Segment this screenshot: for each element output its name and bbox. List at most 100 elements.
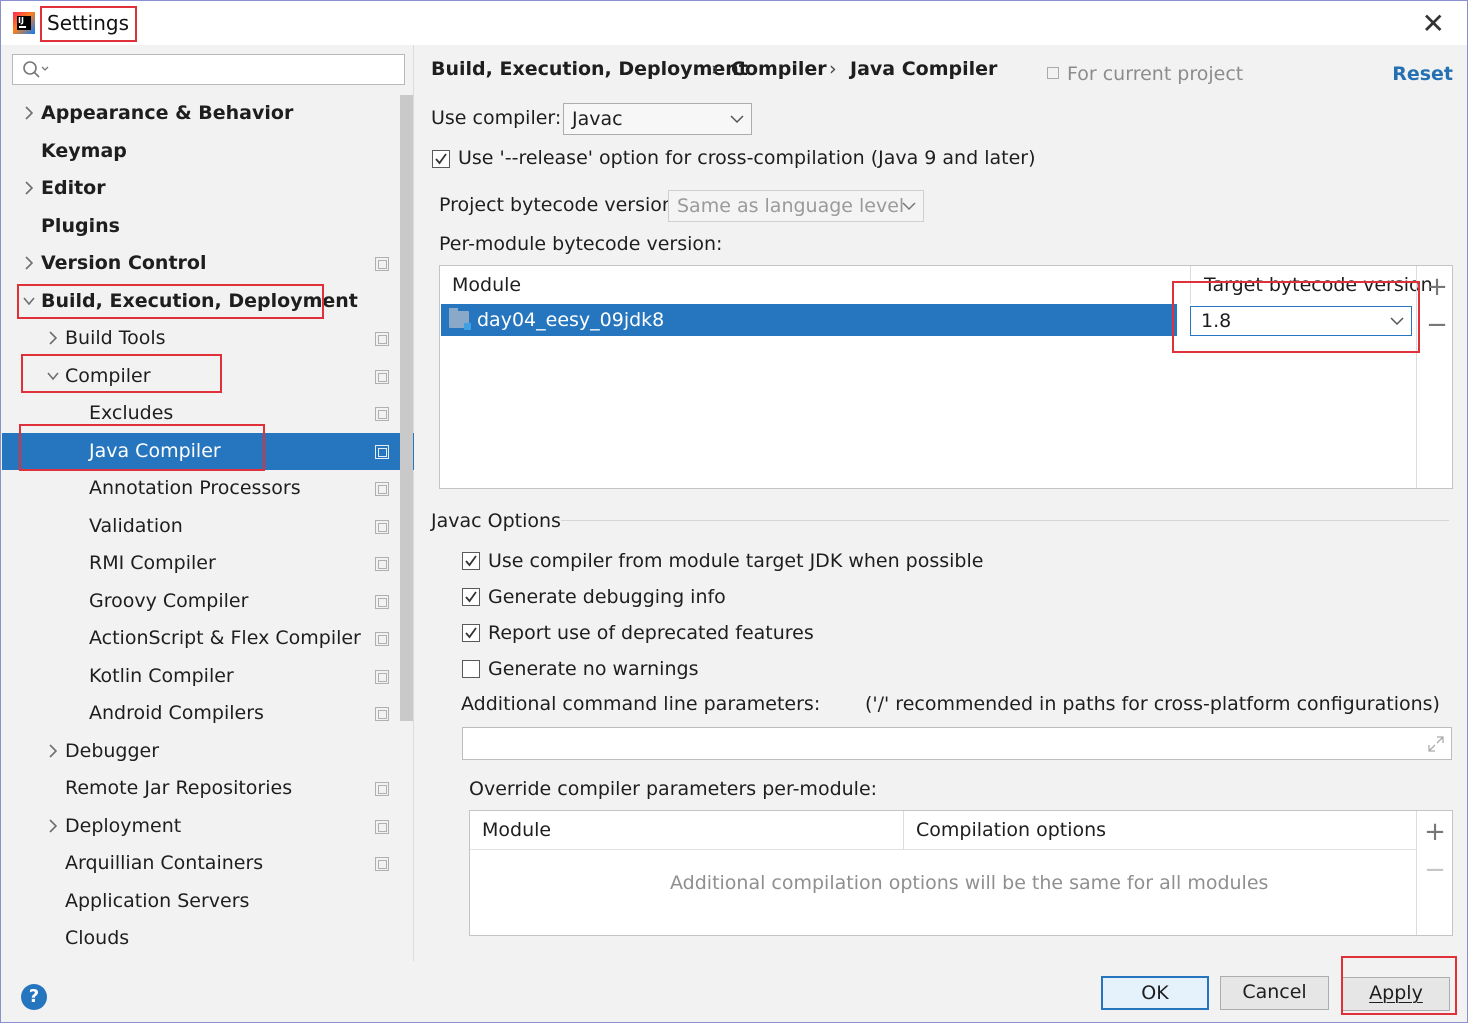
sidebar-item-plugins[interactable]: Plugins xyxy=(2,208,398,245)
sidebar-item-version-control[interactable]: Version Control xyxy=(2,245,398,282)
sidebar-item-validation[interactable]: Validation xyxy=(2,508,398,545)
sidebar-item-build-execution-deployment[interactable]: Build, Execution, Deployment xyxy=(2,283,398,320)
chevron-right-icon[interactable] xyxy=(46,808,60,845)
reset-link[interactable]: Reset xyxy=(1392,63,1453,85)
sidebar-item-excludes[interactable]: Excludes xyxy=(2,395,398,432)
add-module-icon[interactable]: + xyxy=(1426,274,1448,300)
table-side-divider xyxy=(1416,811,1417,935)
sidebar-item-arquillian-containers[interactable]: Arquillian Containers xyxy=(2,845,398,882)
checkmark-icon xyxy=(465,591,477,603)
javac-option-label: Report use of deprecated features xyxy=(488,622,814,644)
column-module: Module xyxy=(482,819,552,841)
use-compiler-value: Javac xyxy=(572,108,623,130)
javac-option-checkbox[interactable] xyxy=(462,624,480,642)
module-folder-icon xyxy=(449,308,471,330)
for-current-project-note: For current project xyxy=(1047,63,1243,85)
column-divider xyxy=(1190,266,1191,304)
sidebar-item-label: RMI Compiler xyxy=(89,552,216,574)
javac-option-checkbox[interactable] xyxy=(462,552,480,570)
title-bar: IJ Settings ✕ xyxy=(1,1,1467,45)
additional-params-input[interactable] xyxy=(462,727,1452,760)
override-table: Module Compilation options Additional co… xyxy=(469,810,1453,936)
sidebar-item-rmi-compiler[interactable]: RMI Compiler xyxy=(2,545,398,582)
remove-override-icon: − xyxy=(1424,855,1446,885)
sidebar-item-label: Keymap xyxy=(41,140,127,162)
chevron-down-icon[interactable] xyxy=(46,358,60,395)
close-icon[interactable]: ✕ xyxy=(1422,7,1445,40)
sidebar-item-keymap[interactable]: Keymap xyxy=(2,133,398,170)
project-scope-icon xyxy=(375,707,389,721)
sidebar-item-label: Android Compilers xyxy=(89,702,264,724)
sidebar-item-label: Version Control xyxy=(41,252,207,274)
breadcrumb-build-execution: Build, Execution, Deployment xyxy=(431,58,748,80)
sidebar-item-label: Plugins xyxy=(41,215,120,237)
sidebar-item-actionscript-flex-compiler[interactable]: ActionScript & Flex Compiler xyxy=(2,620,398,657)
sidebar-item-label: Groovy Compiler xyxy=(89,590,249,612)
breadcrumb-java-compiler: Java Compiler xyxy=(850,58,998,80)
sidebar-item-remote-jar-repositories[interactable]: Remote Jar Repositories xyxy=(2,770,398,807)
chevron-right-icon[interactable] xyxy=(22,95,36,132)
apply-button[interactable]: Apply xyxy=(1342,977,1450,1011)
ok-button[interactable]: OK xyxy=(1101,976,1209,1010)
release-option-checkbox[interactable] xyxy=(432,150,450,168)
sidebar-item-application-servers[interactable]: Application Servers xyxy=(2,883,398,920)
sidebar-item-groovy-compiler[interactable]: Groovy Compiler xyxy=(2,583,398,620)
sidebar-item-label: Clouds xyxy=(65,927,130,949)
sidebar-item-clouds[interactable]: Clouds xyxy=(2,920,398,957)
checkmark-icon xyxy=(435,153,447,165)
project-scope-icon xyxy=(375,595,389,609)
app-icon-text: IJ xyxy=(17,16,31,30)
sidebar-item-appearance-behavior[interactable]: Appearance & Behavior xyxy=(2,95,398,132)
chevron-right-icon[interactable] xyxy=(22,245,36,282)
table-row[interactable]: day04_eesy_09jdk8 xyxy=(441,304,1177,336)
expand-icon[interactable] xyxy=(1427,735,1445,753)
help-icon[interactable]: ? xyxy=(21,984,47,1010)
for-current-project-text: For current project xyxy=(1067,63,1244,85)
sidebar-item-label: Java Compiler xyxy=(89,440,221,462)
intellij-app-icon: IJ xyxy=(13,12,35,34)
cancel-button[interactable]: Cancel xyxy=(1220,976,1329,1010)
sidebar-item-kotlin-compiler[interactable]: Kotlin Compiler xyxy=(2,658,398,695)
sidebar-item-label: Excludes xyxy=(89,402,174,424)
remove-module-icon[interactable]: − xyxy=(1426,312,1448,338)
chevron-right-icon[interactable] xyxy=(46,320,60,357)
javac-option-label: Generate debugging info xyxy=(488,586,726,608)
additional-params-label: Additional command line parameters: xyxy=(461,693,821,715)
sidebar-item-annotation-processors[interactable]: Annotation Processors xyxy=(2,470,398,507)
module-name: day04_eesy_09jdk8 xyxy=(477,309,665,331)
sidebar-item-debugger[interactable]: Debugger xyxy=(2,733,398,770)
sidebar-item-build-tools[interactable]: Build Tools xyxy=(2,320,398,357)
use-compiler-combo[interactable]: Javac xyxy=(563,103,752,135)
chevron-right-icon[interactable] xyxy=(46,733,60,770)
sidebar-item-editor[interactable]: Editor xyxy=(2,170,398,207)
breadcrumb-separator: › xyxy=(711,58,719,80)
sidebar-item-compiler[interactable]: Compiler xyxy=(2,358,398,395)
sidebar-item-label: Build, Execution, Deployment xyxy=(41,290,358,312)
sidebar-item-label: Deployment xyxy=(65,815,182,837)
sidebar-scrollbar[interactable] xyxy=(400,95,413,721)
project-scope-icon xyxy=(1047,67,1059,79)
javac-option-checkbox[interactable] xyxy=(462,660,480,678)
sidebar-item-deployment[interactable]: Deployment xyxy=(2,808,398,845)
chevron-down-icon xyxy=(1390,317,1404,326)
project-scope-icon xyxy=(375,445,389,459)
sidebar-item-label: Debugger xyxy=(65,740,160,762)
section-divider xyxy=(561,520,1449,521)
chevron-down-icon[interactable] xyxy=(22,283,36,320)
target-bytecode-combo[interactable]: 1.8 xyxy=(1190,306,1412,336)
sidebar-item-label: Arquillian Containers xyxy=(65,852,264,874)
sidebar-item-android-compilers[interactable]: Android Compilers xyxy=(2,695,398,732)
chevron-right-icon[interactable] xyxy=(22,170,36,207)
sidebar-item-java-compiler[interactable]: Java Compiler xyxy=(2,433,414,470)
breadcrumb-separator: › xyxy=(829,58,837,80)
checkmark-icon xyxy=(465,627,477,639)
sidebar-item-label: Compiler xyxy=(65,365,151,387)
sidebar-item-label: Build Tools xyxy=(65,327,166,349)
sidebar-item-label: Kotlin Compiler xyxy=(89,665,234,687)
project-bytecode-combo[interactable]: Same as language level xyxy=(668,190,924,222)
settings-search-input[interactable] xyxy=(12,54,405,85)
javac-option-checkbox[interactable] xyxy=(462,588,480,606)
project-scope-icon xyxy=(375,557,389,571)
java-compiler-panel: Build, Execution, Deployment › Compiler … xyxy=(415,45,1467,961)
add-override-icon[interactable]: + xyxy=(1424,819,1446,845)
